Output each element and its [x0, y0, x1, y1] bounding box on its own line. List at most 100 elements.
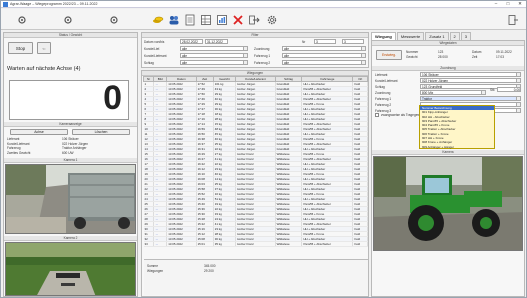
filter-select[interactable]: alle	[282, 53, 366, 58]
right-camera-image	[373, 156, 523, 251]
coins-button[interactable]	[149, 12, 166, 27]
filter-select[interactable]: alle	[180, 46, 248, 51]
count-label: Wiegungen	[147, 269, 164, 273]
table-row[interactable]: 33 → 13.05.2022 15:01 35 kg Holzer Franz Wildw…	[143, 241, 368, 247]
weighdata-header: Wiegedaten	[372, 41, 524, 46]
filter-label: Zuordnung	[254, 47, 270, 51]
settings-button[interactable]	[263, 12, 280, 27]
grid-icon	[200, 14, 211, 25]
camera1-header: Kamera 1	[4, 158, 137, 163]
exit-icon	[248, 15, 260, 24]
vehicle-dropdown-list[interactable]: Nummer Bezeichnung 901 Kipp-Anhänger 902 H…	[419, 105, 495, 149]
detail-panel: Wiegedaten Erstwieg. Nummer 123 Datum 09.11…	[371, 40, 525, 297]
assign-label: Lieferant	[375, 73, 388, 77]
table-cell: 33	[143, 241, 155, 247]
nr-from-input[interactable]: 3	[314, 39, 336, 44]
forced-tare-checkbox[interactable]	[375, 113, 379, 117]
tab-1[interactable]: Messwerte	[396, 32, 425, 40]
first-weigh-button[interactable]: Erstwieg.	[376, 50, 402, 60]
nr-label: Nr	[302, 40, 306, 44]
stop-button[interactable]: Stop	[8, 42, 33, 54]
tab-0[interactable]: Wiegung	[371, 32, 396, 40]
contacts-button[interactable]	[165, 12, 182, 27]
info-value: 600 UW	[62, 150, 74, 155]
extra-label: Stk	[490, 88, 495, 92]
dropdown-option[interactable]: 909 Anhänger + Hänger	[420, 145, 494, 149]
filter-select[interactable]: alle	[180, 60, 248, 65]
title-bar: Agrar-Waage – Wiegeprogramm 2022/23 – 09…	[1, 1, 526, 8]
info-key: Kunde/Lieferant	[7, 141, 30, 146]
table-cell: →	[153, 241, 168, 247]
date-from-input[interactable]: 28.02.2022	[180, 39, 203, 44]
assign-label: Fahrzeug 2	[375, 103, 392, 107]
tab-2[interactable]: Zusatz 1	[425, 32, 449, 40]
coins-icon	[152, 16, 163, 23]
table-cell: Holzer Franz	[235, 241, 276, 247]
weighing-info-row: Zweites Gewicht 600 UW	[7, 151, 135, 156]
exit-button[interactable]	[245, 12, 262, 27]
gear-icon	[267, 15, 276, 24]
axle-button[interactable]: Achse	[10, 129, 68, 135]
weight-display: 0	[9, 79, 129, 120]
filter-label: Kunde/Lief.	[144, 47, 161, 51]
filter-header: Filter	[142, 33, 368, 38]
left-settings-button-3[interactable]	[97, 12, 130, 27]
meta-k2: Zeit	[472, 55, 478, 59]
wait-text: Warten auf nächste Achse (4)	[7, 66, 81, 72]
close-button[interactable]: ✕	[514, 1, 526, 7]
table-cell: Feld	[352, 241, 368, 247]
filter-select[interactable]: alle	[282, 60, 366, 65]
extra-input[interactable]: 0,00	[497, 87, 521, 92]
gear-icon	[109, 15, 118, 24]
back-button[interactable]: ⇐	[37, 42, 51, 54]
grid-button[interactable]	[197, 12, 214, 27]
right-camera-header: Kamera	[372, 150, 524, 155]
meta-k2: Datum	[472, 50, 482, 54]
table-cell: Wildwiese	[275, 241, 303, 247]
delete-button[interactable]	[229, 12, 246, 27]
date-label: Datum von/bis	[144, 40, 165, 44]
delete-weigh-button[interactable]: Löschen	[72, 129, 130, 135]
info-value: 106 Sträuer	[62, 137, 79, 141]
assign-select[interactable]: 106 Sträuer	[420, 72, 521, 77]
camera-1-picture	[6, 165, 135, 233]
count-value: 29 200	[204, 269, 214, 273]
gear-icon	[17, 15, 26, 24]
chart-button[interactable]	[213, 12, 230, 27]
assign-select[interactable]: Traktor	[420, 96, 521, 101]
minimize-button[interactable]: –	[490, 1, 502, 7]
filter-label: Kunde/Lieferant	[144, 54, 167, 58]
left-settings-button-2[interactable]	[51, 12, 84, 27]
detail-tabs: Wiegung Messwerte Zusatz 123	[371, 32, 472, 40]
document-button[interactable]	[181, 12, 198, 27]
assign-select[interactable]: 800 Mix	[420, 90, 486, 95]
tractor-picture	[374, 157, 522, 250]
meta-v2: 17:03	[496, 55, 504, 59]
help-button[interactable]	[504, 12, 521, 27]
left-settings-button-1[interactable]	[5, 12, 38, 27]
delete-icon	[232, 14, 243, 25]
nr-to-input[interactable]: 3	[342, 39, 364, 44]
tab-3[interactable]: 2	[449, 32, 460, 40]
controls-header: Kameraanzeige	[4, 122, 137, 127]
camera-1-image	[5, 164, 136, 234]
window-title: Agrar-Waage – Wiegeprogramm 2022/23 – 09…	[10, 2, 98, 6]
app-icon	[3, 1, 8, 7]
maximize-button[interactable]: □	[502, 1, 514, 7]
document-icon	[185, 14, 194, 25]
left-panel: Status / Gewicht Stop ⇐ Warten auf nächs…	[3, 32, 138, 297]
filter-select[interactable]: alle	[180, 53, 248, 58]
assign-label: Schlag	[375, 85, 385, 89]
tab-4[interactable]: 3	[460, 32, 472, 40]
meta-v: 123	[438, 50, 444, 54]
sum-label: Summe	[147, 264, 158, 268]
table-cell: 13.05.2022	[166, 241, 197, 247]
meta-v: 28 000	[438, 55, 448, 59]
app-window: Agrar-Waage – Wiegeprogramm 2022/23 – 09…	[0, 0, 527, 298]
filter-select[interactable]: alle	[282, 46, 366, 51]
assign-label: Fahrzeug 1	[375, 97, 392, 101]
date-to-input[interactable]: 31.12.2022	[205, 39, 228, 44]
info-value: 022 Holzer Jürgen	[62, 141, 89, 146]
assign-select[interactable]: 022 Holzer Jürgen	[420, 78, 521, 83]
toolbar	[1, 9, 526, 30]
